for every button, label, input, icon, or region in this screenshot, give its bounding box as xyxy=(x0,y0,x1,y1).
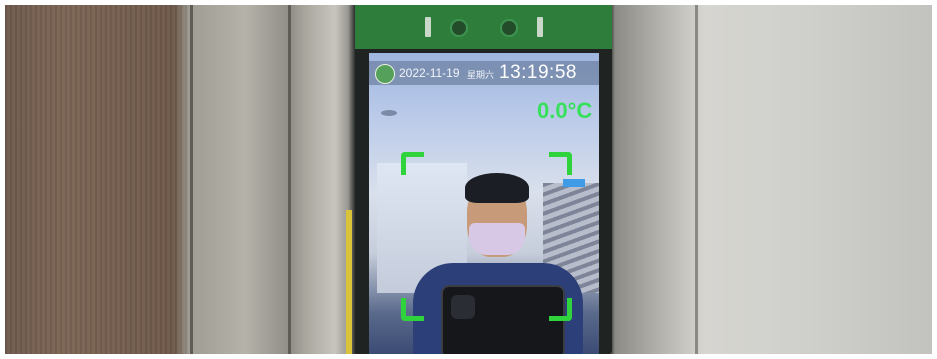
face-box-corner-bottom-left xyxy=(401,298,424,321)
sensor-icon xyxy=(537,17,543,37)
face-recognition-terminal: 2022-11-19 星期六 13:19:58 0.0°C xyxy=(355,5,612,354)
blue-tag xyxy=(563,179,585,187)
face-mask xyxy=(469,223,525,255)
photo-scene: 2022-11-19 星期六 13:19:58 0.0°C xyxy=(5,5,932,354)
status-bar: 2022-11-19 星期六 13:19:58 xyxy=(369,61,599,85)
pillar-edge xyxy=(288,5,291,354)
person-hair xyxy=(465,173,529,203)
smartphone xyxy=(441,285,565,354)
pillar-edge xyxy=(190,5,193,354)
logo-icon xyxy=(375,64,395,84)
pillar-edge xyxy=(695,5,698,354)
camera-icon xyxy=(500,19,518,37)
terminal-screen: 2022-11-19 星期六 13:19:58 0.0°C xyxy=(369,53,599,354)
weekday-text: 星期六 xyxy=(467,70,495,80)
phone-camera-icon xyxy=(451,295,475,319)
terminal-top-bezel xyxy=(355,5,612,49)
face-box-corner-bottom-right xyxy=(549,298,572,321)
wifi-icon xyxy=(381,110,397,116)
yellow-tape xyxy=(346,210,352,354)
camera-icon xyxy=(450,19,468,37)
sensor-icon xyxy=(425,17,431,37)
date-text: 2022-11-19 xyxy=(399,66,460,80)
face-box-corner-top-left xyxy=(401,152,424,175)
time-text: 13:19:58 xyxy=(499,62,577,83)
temperature-readout: 0.0°C xyxy=(537,98,593,123)
face-box-corner-top-right xyxy=(549,152,572,175)
wood-wall xyxy=(5,5,190,354)
